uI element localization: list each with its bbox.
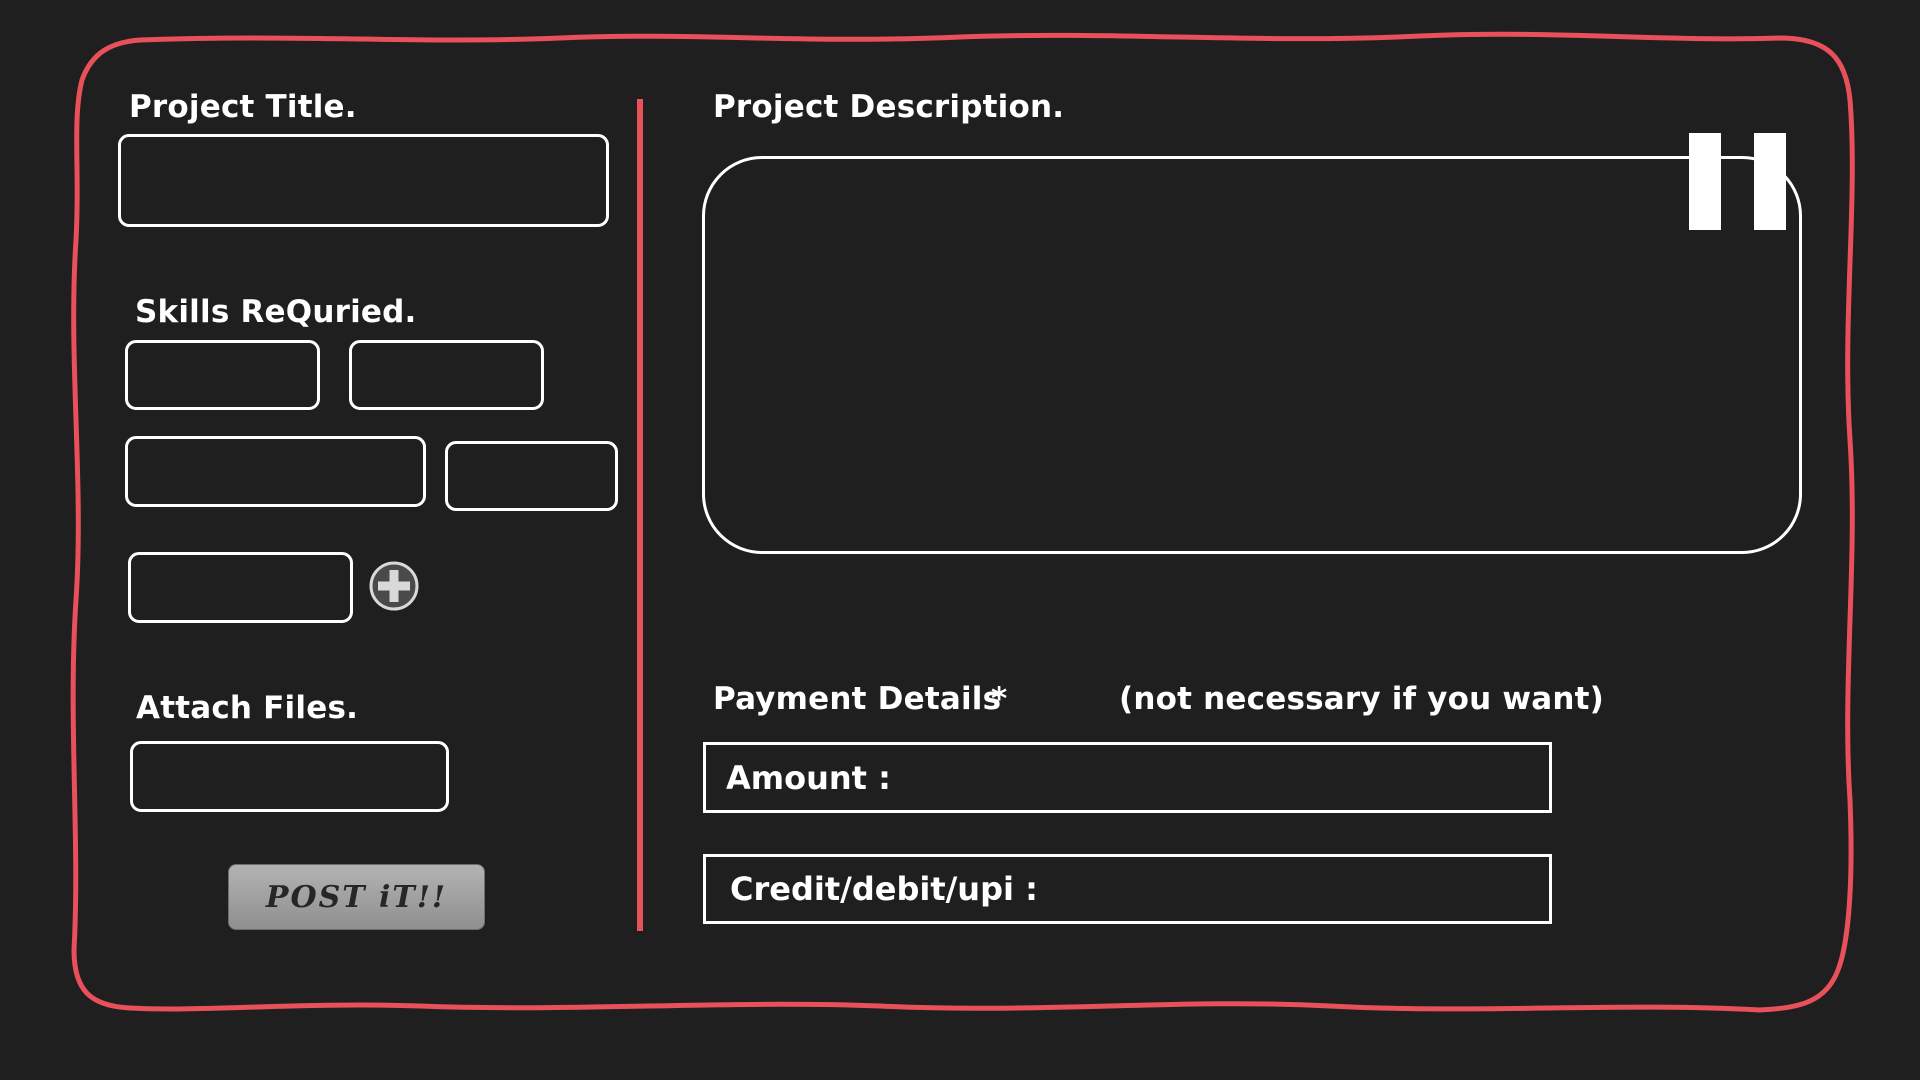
- amount-field[interactable]: Amount :: [703, 742, 1552, 813]
- post-it-button[interactable]: POST iT!!: [228, 864, 485, 930]
- pause-icon-bar-left: [1689, 133, 1721, 230]
- pause-icon[interactable]: [1689, 133, 1786, 230]
- skill-input-4[interactable]: [445, 441, 618, 511]
- amount-label: Amount :: [726, 758, 891, 797]
- post-project-form: Project Title. Skills ReQuried. Attach F…: [0, 0, 1920, 1080]
- attach-files-input[interactable]: [130, 741, 449, 812]
- payment-optional-note: (not necessary if you want): [1119, 681, 1605, 717]
- payment-details-label: Payment Details: [713, 681, 1002, 717]
- pause-icon-bar-right: [1754, 133, 1786, 230]
- skill-input-5[interactable]: [128, 552, 353, 623]
- skill-input-1[interactable]: [125, 340, 320, 410]
- payment-required-mark: *: [991, 681, 1008, 717]
- skills-required-label: Skills ReQuried.: [135, 294, 417, 330]
- payment-method-field[interactable]: Credit/debit/upi :: [703, 854, 1552, 924]
- project-description-textarea[interactable]: [702, 156, 1802, 554]
- plus-circle-icon[interactable]: [369, 561, 419, 611]
- skill-input-3[interactable]: [125, 436, 426, 507]
- project-description-label: Project Description.: [713, 89, 1065, 125]
- project-title-input[interactable]: [118, 134, 609, 227]
- payment-method-label: Credit/debit/upi :: [730, 870, 1038, 908]
- column-divider: [637, 99, 643, 931]
- attach-files-label: Attach Files.: [136, 690, 359, 726]
- skill-input-2[interactable]: [349, 340, 544, 410]
- project-title-label: Project Title.: [129, 89, 357, 125]
